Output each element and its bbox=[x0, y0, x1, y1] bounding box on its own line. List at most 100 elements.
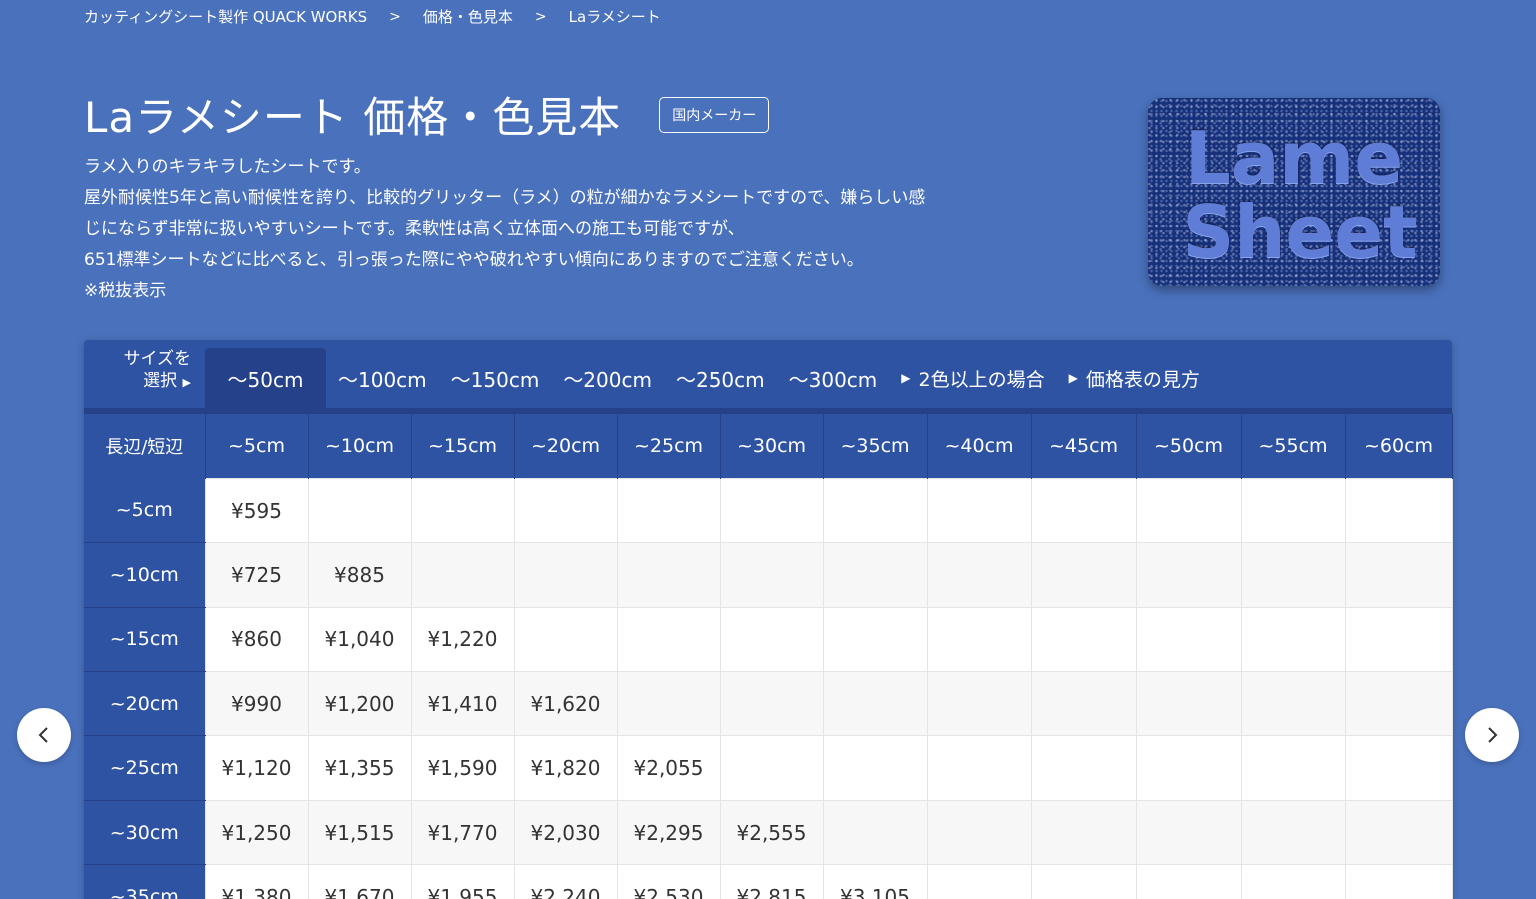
price-cell bbox=[1240, 606, 1346, 673]
price-cell bbox=[1240, 542, 1346, 608]
price-cell: ¥1,670 bbox=[307, 864, 412, 899]
price-cell: ¥1,220 bbox=[410, 606, 515, 673]
price-cell bbox=[1030, 477, 1137, 544]
table-row: ~5cm ¥595 bbox=[84, 477, 1453, 544]
price-cell bbox=[1240, 864, 1346, 899]
lame-sheet-logo: Lame Sheet bbox=[1148, 98, 1440, 286]
price-cell bbox=[1135, 799, 1242, 866]
price-cell bbox=[1030, 606, 1137, 673]
breadcrumb-price[interactable]: 価格・色見本 bbox=[423, 6, 513, 27]
price-cell: ¥3,105 bbox=[822, 864, 928, 899]
price-cell bbox=[822, 606, 928, 673]
price-cell bbox=[926, 477, 1032, 544]
triangle-right-icon: ▶ bbox=[901, 371, 911, 385]
price-cell bbox=[1030, 735, 1137, 801]
table-row: ~10cm ¥725 ¥885 bbox=[84, 542, 1453, 608]
price-cell bbox=[1344, 542, 1453, 608]
title-row: Laラメシート 価格・色見本 国内メーカー bbox=[84, 84, 770, 145]
price-cell bbox=[513, 477, 618, 544]
size-select-label-line2: 選択 ▶ bbox=[143, 370, 191, 394]
price-cell: ¥2,055 bbox=[616, 735, 721, 801]
page-title: Laラメシート 価格・色見本 bbox=[84, 93, 622, 142]
price-cell bbox=[1030, 864, 1137, 899]
tab-50cm[interactable]: ～50cm bbox=[205, 348, 326, 408]
column-header: ~40cm bbox=[927, 414, 1032, 479]
chevron-left-icon bbox=[38, 727, 48, 743]
size-select-label-line1: サイズを bbox=[123, 349, 192, 369]
row-header: ~20cm bbox=[84, 671, 205, 737]
price-cell bbox=[513, 542, 618, 608]
size-tabs: サイズを 選択 ▶ ～50cm ～100cm ～150cm ～200cm ～25… bbox=[84, 340, 1452, 414]
price-cell bbox=[1344, 671, 1453, 737]
price-cell bbox=[822, 542, 928, 608]
breadcrumb-home[interactable]: カッティングシート製作 QUACK WORKS bbox=[84, 6, 367, 27]
price-cell bbox=[1240, 477, 1346, 544]
price-cell: ¥2,030 bbox=[513, 799, 618, 866]
price-cell: ¥1,590 bbox=[410, 735, 515, 801]
price-cell: ¥2,530 bbox=[616, 864, 721, 899]
price-table: 長辺/短辺 ~5cm ~10cm ~15cm ~20cm ~25cm ~30cm ~35cm ~… bbox=[84, 414, 1453, 899]
link-multi-color[interactable]: ▶ 2色以上の場合 bbox=[889, 348, 1056, 408]
maker-badge: 国内メーカー bbox=[659, 96, 770, 133]
price-cell: ¥990 bbox=[204, 671, 309, 737]
price-cell bbox=[822, 799, 928, 866]
price-cell: ¥1,200 bbox=[307, 671, 412, 737]
breadcrumb: カッティングシート製作 QUACK WORKS > 価格・色見本 > Laラメシ… bbox=[84, 6, 661, 27]
price-table-header: 長辺/短辺 ~5cm ~10cm ~15cm ~20cm ~25cm ~30cm ~35cm ~… bbox=[84, 414, 1453, 479]
price-cell bbox=[616, 606, 721, 673]
table-row: ~15cm ¥860 ¥1,040 ¥1,220 bbox=[84, 606, 1453, 673]
price-cell: ¥885 bbox=[307, 542, 412, 608]
price-cell bbox=[410, 477, 515, 544]
tab-250cm[interactable]: ～250cm bbox=[664, 348, 777, 408]
table-corner-header: 長辺/短辺 bbox=[84, 414, 206, 479]
price-cell: ¥2,295 bbox=[616, 799, 721, 866]
triangle-right-icon: ▶ bbox=[182, 376, 191, 389]
tab-300cm[interactable]: ～300cm bbox=[777, 348, 890, 408]
price-cell bbox=[1135, 735, 1242, 801]
tab-100cm[interactable]: ～100cm bbox=[326, 348, 439, 408]
price-cell bbox=[926, 735, 1032, 801]
price-cell bbox=[1344, 606, 1453, 673]
breadcrumb-separator: > bbox=[534, 8, 547, 25]
tab-200cm[interactable]: ～200cm bbox=[551, 348, 664, 408]
row-header: ~30cm bbox=[84, 800, 205, 866]
price-cell: ¥1,380 bbox=[204, 864, 309, 899]
tab-150cm[interactable]: ～150cm bbox=[439, 348, 552, 408]
link-how-to-read[interactable]: ▶ 価格表の見方 bbox=[1057, 348, 1212, 408]
column-header: ~45cm bbox=[1031, 414, 1137, 479]
column-header: ~5cm bbox=[205, 414, 309, 479]
price-cell: ¥1,040 bbox=[307, 606, 412, 673]
price-cell: ¥860 bbox=[204, 606, 309, 673]
column-header: ~35cm bbox=[823, 414, 928, 479]
price-cell: ¥1,410 bbox=[410, 671, 515, 737]
price-cell bbox=[1030, 799, 1137, 866]
price-cell bbox=[1240, 735, 1346, 801]
next-button[interactable] bbox=[1465, 708, 1519, 762]
price-cell bbox=[616, 542, 721, 608]
row-header: ~10cm bbox=[84, 542, 205, 608]
column-header: ~20cm bbox=[514, 414, 618, 479]
price-cell bbox=[822, 671, 928, 737]
price-cell bbox=[1240, 671, 1346, 737]
chevron-right-icon bbox=[1488, 727, 1498, 743]
size-select-label-text: 選択 bbox=[143, 371, 178, 391]
table-row: ~30cm ¥1,250 ¥1,515 ¥1,770 ¥2,030 ¥2,295 ¥2,55… bbox=[84, 799, 1453, 866]
price-cell bbox=[719, 542, 824, 608]
price-cell: ¥1,120 bbox=[204, 735, 309, 801]
price-cell: ¥2,815 bbox=[719, 864, 824, 899]
product-description: ラメ入りのキラキラしたシートです。 屋外耐候性5年と高い耐候性を誇り、比較的グリ… bbox=[84, 152, 1044, 307]
row-header: ~5cm bbox=[84, 478, 205, 544]
price-cell: ¥1,515 bbox=[307, 799, 412, 866]
logo-line-1: Lame bbox=[1184, 116, 1404, 200]
price-panel: サイズを 選択 ▶ ～50cm ～100cm ～150cm ～200cm ～25… bbox=[84, 340, 1453, 899]
prev-button[interactable] bbox=[17, 708, 71, 762]
column-header: ~60cm bbox=[1345, 414, 1453, 479]
description-line: ラメ入りのキラキラしたシートです。 bbox=[84, 157, 371, 177]
price-cell bbox=[822, 477, 928, 544]
column-header: ~10cm bbox=[308, 414, 412, 479]
description-line: じにならず非常に扱いやすいシートです。柔軟性は高く立体面への施工も可能ですが、 bbox=[84, 219, 745, 239]
price-cell bbox=[1135, 542, 1242, 608]
row-header: ~35cm bbox=[84, 864, 205, 899]
price-cell bbox=[1344, 477, 1453, 544]
logo-line-2: Sheet bbox=[1182, 190, 1418, 274]
